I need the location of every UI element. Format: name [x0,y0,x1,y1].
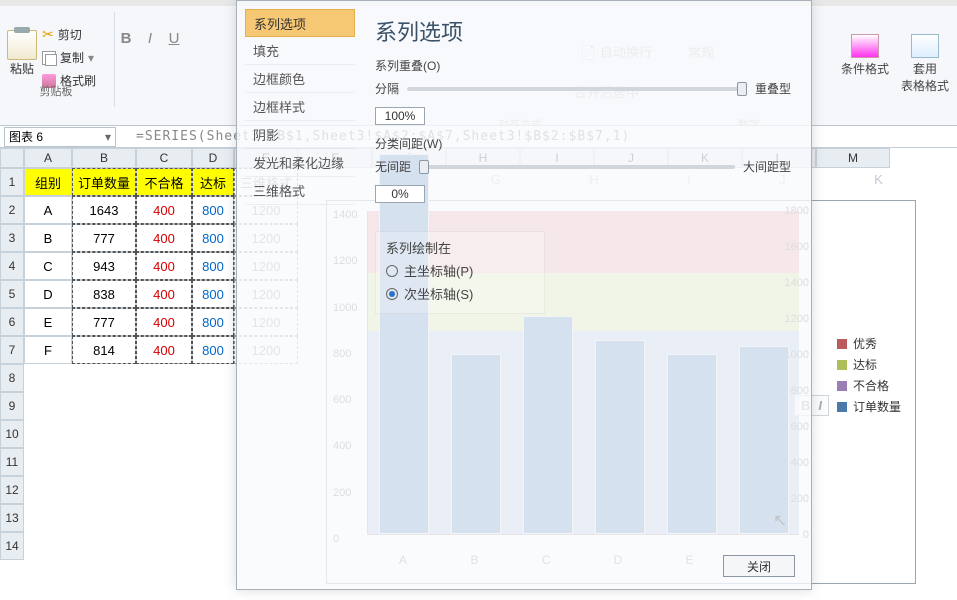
table-cell[interactable]: 1643 [72,196,136,224]
close-button[interactable]: 关闭 [723,555,795,577]
table-cell[interactable]: F [24,336,72,364]
dialog-sidebar-item[interactable]: 阴影 [245,121,355,149]
paste-button[interactable]: 粘贴 [4,30,40,80]
table-header-cell[interactable]: 达标 [192,168,234,196]
column-header[interactable]: C [136,148,192,168]
row-header[interactable]: 4 [0,252,24,280]
italic-button[interactable]: I [142,30,158,47]
legend-item: 不合格 [837,377,901,394]
gap-max-label: 大间距型 [743,158,791,175]
column-header[interactable]: A [24,148,72,168]
dialog-sidebar-item[interactable]: 边框样式 [245,93,355,121]
table-header-cell[interactable]: 组别 [24,168,72,196]
row-header[interactable]: 13 [0,504,24,532]
series-overlap-label: 系列重叠(O) [375,57,791,74]
cut-button[interactable]: ✂剪切 [42,26,96,43]
copy-button[interactable]: 复制▾ [42,49,96,66]
select-all-corner[interactable] [0,148,24,168]
gap-width-slider[interactable] [419,165,735,169]
dialog-sidebar-item[interactable]: 发光和柔化边缘 [245,149,355,177]
table-header-cell[interactable]: 不合格 [136,168,192,196]
table-cell[interactable]: 800 [192,308,234,336]
dialog-sidebar-item[interactable]: 系列选项 [245,9,355,37]
table-header-cell[interactable]: 订单数量 [72,168,136,196]
overlap-min-label: 分隔 [375,80,399,97]
row-header[interactable]: 7 [0,336,24,364]
table-cell[interactable]: 800 [192,196,234,224]
row-header[interactable]: 3 [0,224,24,252]
table-cell[interactable]: 400 [136,280,192,308]
column-header[interactable]: B [72,148,136,168]
column-header[interactable]: D [192,148,234,168]
cond-format-icon [851,34,879,58]
row-header[interactable]: 11 [0,448,24,476]
table-cell[interactable]: D [24,280,72,308]
secondary-axis-radio[interactable]: 次坐标轴(S) [386,284,534,303]
row-header[interactable]: 5 [0,280,24,308]
row-header[interactable]: 1 [0,168,24,196]
table-cell[interactable]: B [24,224,72,252]
primary-axis-radio[interactable]: 主坐标轴(P) [386,261,534,280]
gap-width-value[interactable]: 0% [375,185,425,203]
legend-item: 达标 [837,356,901,373]
bold-button[interactable]: B [118,30,134,47]
table-cell[interactable]: 800 [192,252,234,280]
table-cell[interactable]: 400 [136,336,192,364]
table-cell[interactable]: 400 [136,252,192,280]
format-data-series-dialog: 系列选项填充边框颜色边框样式阴影发光和柔化边缘三维格式 系列选项 系列重叠(O)… [236,0,812,590]
chart-legend: 优秀 达标 不合格 订单数量 [837,331,901,419]
table-cell[interactable]: E [24,308,72,336]
legend-item: 优秀 [837,335,901,352]
dialog-sidebar-item[interactable]: 三维格式 [245,177,355,205]
dialog-sidebar: 系列选项填充边框颜色边框样式阴影发光和柔化边缘三维格式 [245,9,355,205]
clipboard-icon [7,30,37,60]
gap-width-label: 分类间距(W) [375,135,791,152]
dialog-title: 系列选项 [375,15,791,47]
series-overlap-value[interactable]: 100% [375,107,425,125]
legend-item: 订单数量 [837,398,901,415]
row-header[interactable]: 10 [0,420,24,448]
table-format-icon [911,34,939,58]
row-header[interactable]: 12 [0,476,24,504]
table-cell[interactable]: 943 [72,252,136,280]
table-cell[interactable]: 800 [192,224,234,252]
mini-italic[interactable]: I [818,398,822,413]
row-header[interactable]: 8 [0,364,24,392]
table-cell[interactable]: 800 [192,280,234,308]
table-cell[interactable]: 814 [72,336,136,364]
paste-label: 粘贴 [4,60,40,77]
conditional-format-button[interactable]: 条件格式 [841,34,889,77]
table-cell[interactable]: 800 [192,336,234,364]
table-cell[interactable]: C [24,252,72,280]
column-header[interactable]: M [816,148,890,168]
name-box[interactable]: 图表 6 ▾ [4,127,116,147]
copy-icon [42,51,56,65]
series-overlap-slider[interactable] [407,87,747,91]
table-cell[interactable]: 838 [72,280,136,308]
clipboard-group-label: 剪贴板 [0,83,112,99]
table-cell[interactable]: 777 [72,308,136,336]
row-header[interactable]: 6 [0,308,24,336]
table-cell[interactable]: 777 [72,224,136,252]
overlap-max-label: 重叠型 [755,80,791,97]
table-cell[interactable]: A [24,196,72,224]
gap-min-label: 无间距 [375,158,411,175]
row-header[interactable]: 14 [0,532,24,560]
chevron-down-icon: ▾ [88,51,94,65]
plot-on-label: 系列绘制在 [386,238,534,257]
table-cell[interactable]: 400 [136,224,192,252]
row-header[interactable]: 2 [0,196,24,224]
chevron-down-icon[interactable]: ▾ [105,130,111,144]
row-header[interactable]: 9 [0,392,24,420]
table-cell[interactable]: 400 [136,308,192,336]
dialog-sidebar-item[interactable]: 填充 [245,37,355,65]
underline-button[interactable]: U [166,30,182,47]
dialog-sidebar-item[interactable]: 边框颜色 [245,65,355,93]
scissors-icon: ✂ [42,26,54,43]
table-cell[interactable]: 400 [136,196,192,224]
table-format-button[interactable]: 套用 表格格式 [901,34,949,94]
